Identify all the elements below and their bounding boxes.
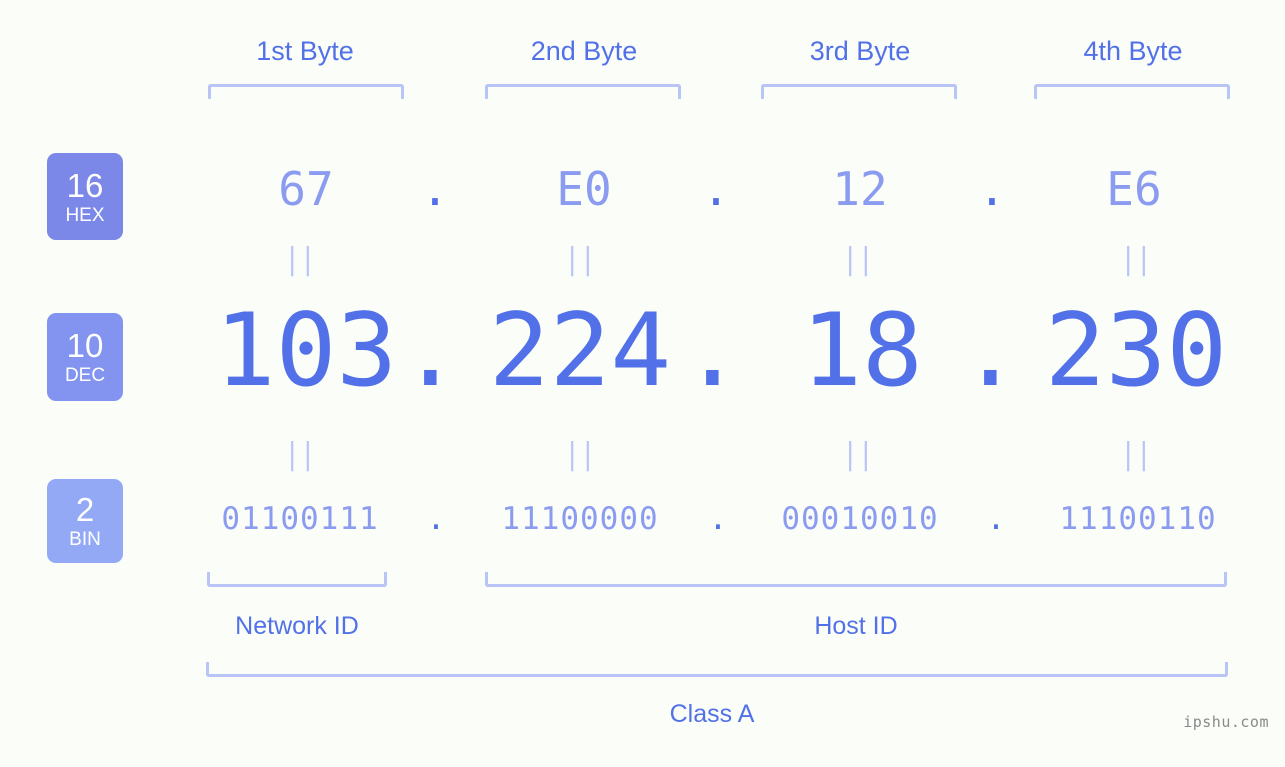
equals-separator-dec-bin-2: || <box>564 437 596 473</box>
hex-dot-separator-1: . <box>421 162 449 216</box>
base-badge-bin-number: 2 <box>75 491 95 528</box>
class-a-bracket <box>206 662 1228 677</box>
hex-value-byte-2: E0 <box>556 162 612 216</box>
bin-value-byte-3: 00010010 <box>781 501 939 537</box>
byte-bracket-2 <box>485 84 681 99</box>
dec-value-byte-2: 224 <box>488 291 672 409</box>
hex-value-byte-1: 67 <box>278 162 334 216</box>
base-badge-dec-label: DEC <box>64 365 106 386</box>
hex-value-byte-4: E6 <box>1106 162 1162 216</box>
base-badge-hex-label: HEX <box>65 204 105 226</box>
byte-header-2: 2nd Byte <box>530 36 638 66</box>
base-badge-dec-number: 10 <box>66 327 104 364</box>
byte-header-4: 4th Byte <box>1083 36 1183 66</box>
bin-value-byte-2: 11100000 <box>501 501 659 537</box>
dec-value-byte-4: 230 <box>1044 291 1228 409</box>
base-badge-hex-number: 16 <box>66 166 104 204</box>
byte-bracket-3 <box>761 84 957 99</box>
equals-separator-hex-dec-1: || <box>284 242 316 278</box>
bin-dot-separator-1: . <box>426 501 446 537</box>
bin-value-byte-4: 11100110 <box>1059 501 1217 537</box>
host-id-label: Host ID <box>814 612 898 640</box>
network-id-bracket <box>207 572 387 587</box>
dec-value-byte-3: 18 <box>801 291 923 409</box>
network-id-label: Network ID <box>235 612 359 640</box>
equals-separator-dec-bin-4: || <box>1120 437 1152 473</box>
host-id-bracket <box>485 572 1227 587</box>
base-badge-bin: 2 BIN <box>47 479 123 563</box>
byte-header-3: 3rd Byte <box>809 36 911 66</box>
equals-separator-dec-bin-3: || <box>842 437 874 473</box>
dec-dot-separator-1: . <box>400 291 461 409</box>
ip-breakdown-diagram: 1st Byte 2nd Byte 3rd Byte 4th Byte 16 H… <box>0 0 1285 767</box>
equals-separator-dec-bin-1: || <box>284 437 316 473</box>
dec-dot-separator-3: . <box>960 291 1021 409</box>
hex-dot-separator-3: . <box>978 162 1006 216</box>
bin-dot-separator-3: . <box>986 501 1006 537</box>
hex-dot-separator-2: . <box>702 162 730 216</box>
equals-separator-hex-dec-2: || <box>564 242 596 278</box>
dec-dot-separator-2: . <box>682 291 743 409</box>
byte-bracket-1 <box>208 84 404 99</box>
class-a-label: Class A <box>669 700 755 728</box>
base-badge-dec: 10 DEC <box>47 313 123 401</box>
byte-header-1: 1st Byte <box>256 36 354 66</box>
equals-separator-hex-dec-3: || <box>842 242 874 278</box>
equals-separator-hex-dec-4: || <box>1120 242 1152 278</box>
dec-value-byte-1: 103 <box>214 291 398 409</box>
bin-value-byte-1: 01100111 <box>221 501 379 537</box>
base-badge-hex: 16 HEX <box>47 153 123 240</box>
hex-value-byte-3: 12 <box>832 162 888 216</box>
site-watermark: ipshu.com <box>1183 713 1269 731</box>
byte-bracket-4 <box>1034 84 1230 99</box>
base-badge-bin-label: BIN <box>69 529 101 550</box>
bin-dot-separator-2: . <box>708 501 728 537</box>
